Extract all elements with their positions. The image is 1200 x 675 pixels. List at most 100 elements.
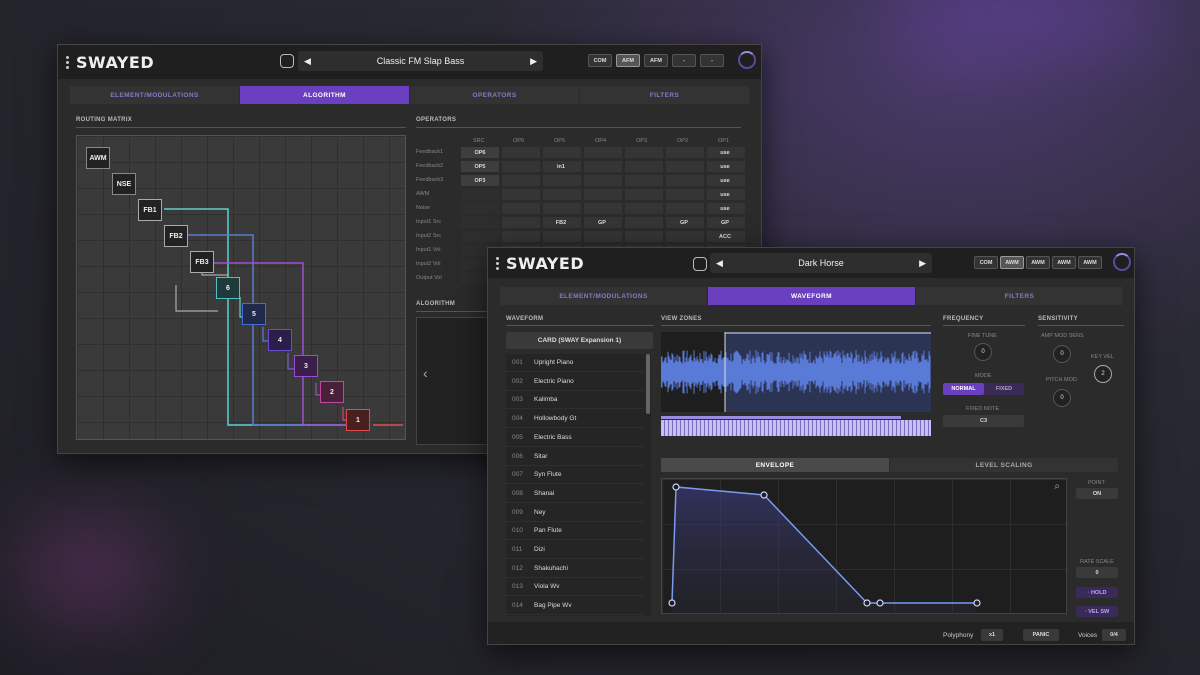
keyboard-strip[interactable] (661, 420, 931, 436)
op-grid-cell[interactable] (624, 216, 664, 229)
master-knob[interactable] (1113, 253, 1131, 271)
mode-button[interactable]: AWM (1052, 256, 1076, 269)
node-op3[interactable]: 3 (294, 355, 318, 377)
pitch-mod-knob[interactable]: 0 (1053, 389, 1071, 407)
tab-level-scaling[interactable]: LEVEL SCALING (890, 458, 1119, 472)
hold-button[interactable]: ◦ HOLD (1076, 587, 1118, 598)
op-grid-cell[interactable] (501, 230, 541, 243)
op-grid-cell[interactable] (501, 160, 541, 173)
mode-button[interactable]: AWM (1078, 256, 1102, 269)
waveform-list-item[interactable]: 013 Viola Wv (506, 578, 644, 597)
amp-mod-sens-knob[interactable]: 0 (1053, 345, 1071, 363)
node-op1[interactable]: 1 (346, 409, 370, 431)
op-grid-cell[interactable] (583, 160, 623, 173)
src-cell[interactable]: OP5 (460, 160, 500, 173)
gp-cell[interactable]: GP (664, 216, 704, 229)
op-grid-cell[interactable] (583, 174, 623, 187)
waveform-list-item[interactable]: 012 Shakuhachi (506, 560, 644, 578)
waveform-list[interactable]: 001 Upright Piano 002 Electric Piano 003 Kali… (506, 354, 651, 616)
op-grid-cell[interactable] (501, 146, 541, 159)
use-cell[interactable]: use (705, 188, 745, 201)
op-grid-cell[interactable] (665, 202, 705, 215)
op-grid-cell[interactable] (501, 202, 541, 215)
op-grid-cell[interactable] (624, 230, 664, 243)
mode-normal-button[interactable]: NORMAL (943, 383, 984, 395)
waveform-list-item[interactable]: 014 Bag Pipe Wv (506, 597, 644, 616)
op-grid-cell[interactable] (501, 216, 541, 229)
mode-button[interactable]: COM (974, 256, 998, 269)
gp-cell[interactable]: GP (582, 216, 622, 229)
waveform-list-item[interactable]: 002 Electric Piano (506, 373, 644, 391)
waveform-list-item[interactable]: 007 Syn Flute (506, 466, 644, 485)
op-grid-cell[interactable] (665, 174, 705, 187)
op-grid-cell[interactable] (501, 188, 541, 201)
op-grid-cell[interactable] (501, 174, 541, 187)
op-grid-cell[interactable] (665, 160, 705, 173)
src-cell[interactable] (460, 230, 500, 243)
node-nse[interactable]: NSE (112, 173, 136, 195)
waveform-list-item[interactable]: 009 Ney (506, 504, 644, 522)
op-grid-cell[interactable] (665, 146, 705, 159)
key-vel-knob[interactable]: 2 (1094, 365, 1112, 383)
prev-arrow-icon[interactable]: ◀ (716, 258, 723, 269)
node-op6[interactable]: 6 (216, 277, 240, 299)
point-toggle[interactable]: ON (1076, 488, 1118, 499)
src-cell[interactable] (460, 188, 500, 201)
menu-icon[interactable] (496, 256, 500, 270)
use-cell[interactable]: use (705, 160, 745, 173)
op-grid-cell[interactable] (583, 146, 623, 159)
node-op5[interactable]: 5 (242, 303, 266, 325)
fine-tune-knob[interactable]: 0 (974, 343, 992, 361)
src-cell[interactable]: OP6 (460, 146, 500, 159)
zoom-icon[interactable]: ⌕ (1054, 481, 1060, 492)
preset-selector[interactable]: ◀ Dark Horse ▶ (710, 253, 932, 273)
op-grid-cell[interactable] (665, 230, 705, 243)
op-grid-cell[interactable] (583, 202, 623, 215)
use-cell[interactable]: use (705, 146, 745, 159)
op-grid-cell[interactable] (583, 230, 623, 243)
zone-bar[interactable] (661, 416, 901, 419)
op-grid-cell[interactable] (542, 230, 582, 243)
mode-button[interactable]: AWM (1000, 256, 1024, 269)
waveform-list-item[interactable]: 005 Electric Bass (506, 429, 644, 447)
waveform-list-item[interactable]: 001 Upright Piano (506, 354, 644, 372)
waveform-list-item[interactable]: 011 Dizi (506, 541, 644, 559)
tab-element-modulations[interactable]: ELEMENT/MODULATIONS (500, 287, 708, 305)
preset-icon[interactable] (693, 257, 707, 271)
tab-waveform[interactable]: WAVEFORM (708, 287, 916, 305)
src-cell[interactable] (460, 216, 500, 229)
node-fb3[interactable]: FB3 (190, 251, 214, 273)
op-grid-cell[interactable] (624, 160, 664, 173)
src-cell[interactable] (460, 202, 500, 215)
mode-button[interactable]: AWM (1026, 256, 1050, 269)
op-grid-cell[interactable] (542, 146, 582, 159)
node-awm[interactable]: AWM (86, 147, 110, 169)
chevron-left-icon[interactable]: ‹ (423, 365, 428, 381)
node-fb2[interactable]: FB2 (164, 225, 188, 247)
waveform-display[interactable] (661, 332, 931, 412)
src-cell[interactable]: OP3 (460, 174, 500, 187)
op-grid-cell[interactable] (542, 202, 582, 215)
mode-fixed-button[interactable]: FIXED (984, 383, 1024, 395)
waveform-list-item[interactable]: 010 Pan Flute (506, 522, 644, 541)
tab-envelope[interactable]: ENVELOPE (661, 458, 890, 472)
op-grid-cell[interactable] (542, 174, 582, 187)
op-grid-cell[interactable] (665, 188, 705, 201)
op-grid-cell[interactable] (542, 188, 582, 201)
scrollbar[interactable] (646, 354, 650, 414)
node-fb1[interactable]: FB1 (138, 199, 162, 221)
waveform-list-item[interactable]: 003 Kalimba (506, 391, 644, 410)
waveform-list-item[interactable]: 004 Hollowbody Gt (506, 410, 644, 429)
vel-sw-button[interactable]: ◦ VEL SW (1076, 606, 1118, 617)
fb2-cell[interactable]: FB2 (541, 216, 581, 229)
acc-cell[interactable]: ACC (705, 230, 745, 243)
next-arrow-icon[interactable]: ▶ (919, 258, 926, 269)
op-grid-cell[interactable] (624, 146, 664, 159)
node-op2[interactable]: 2 (320, 381, 344, 403)
op-grid-cell[interactable] (624, 202, 664, 215)
polyphony-field[interactable]: x1 (981, 629, 1003, 641)
waveform-list-item[interactable]: 008 Shanai (506, 485, 644, 503)
op-grid-cell[interactable] (583, 188, 623, 201)
rate-scale-field[interactable]: 0 (1076, 567, 1118, 578)
panic-button[interactable]: PANIC (1023, 629, 1059, 641)
